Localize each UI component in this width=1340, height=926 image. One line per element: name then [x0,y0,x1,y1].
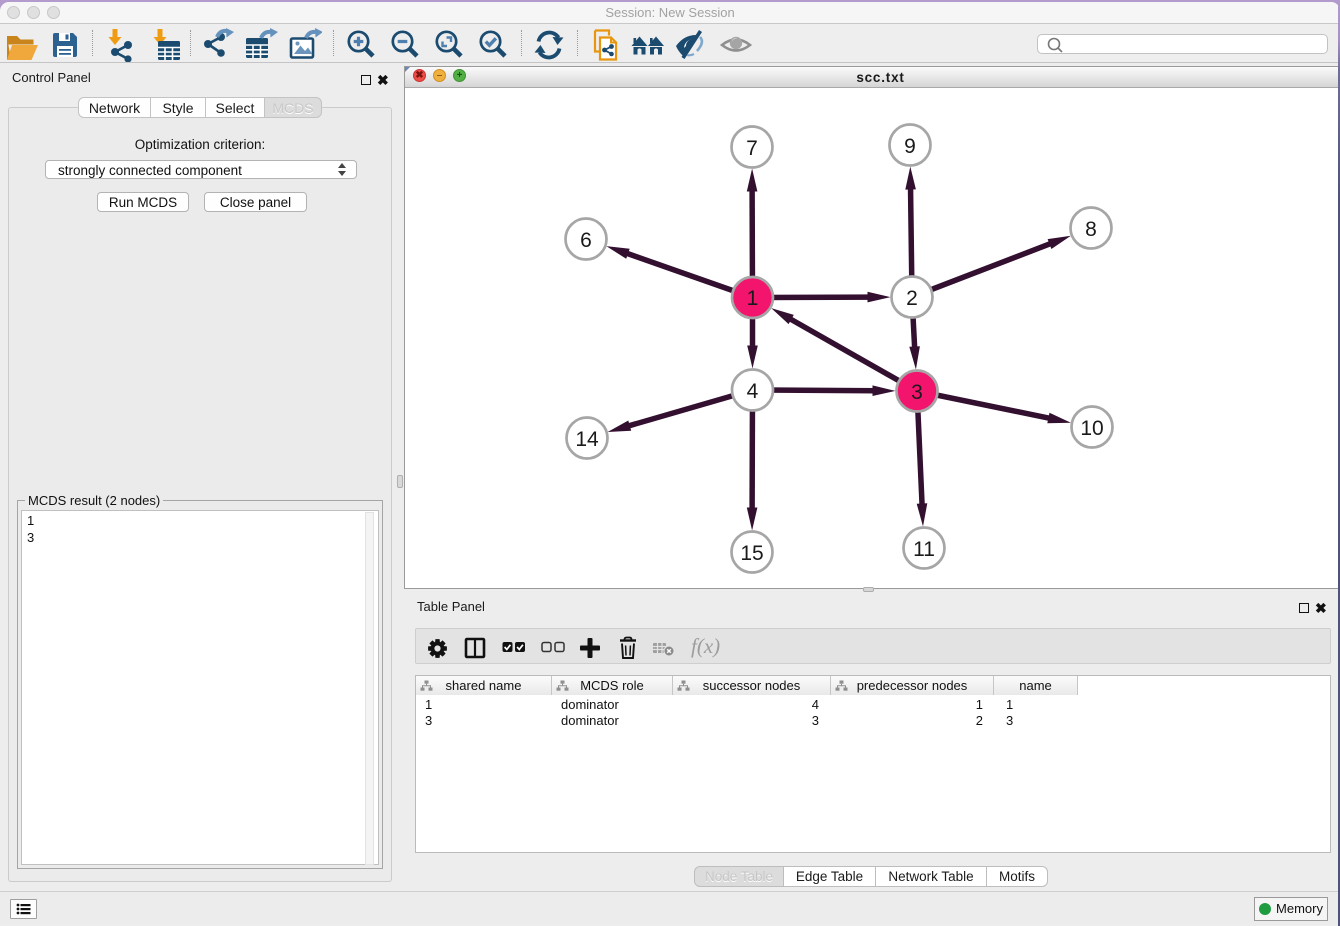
svg-text:8: 8 [1085,218,1097,241]
svg-text:6: 6 [580,229,592,252]
svg-text:3: 3 [911,381,923,404]
svg-text:9: 9 [904,135,916,158]
svg-text:1: 1 [747,287,759,310]
svg-text:15: 15 [740,542,763,565]
svg-text:7: 7 [746,137,758,160]
svg-text:2: 2 [906,287,918,310]
svg-text:11: 11 [913,538,935,561]
svg-text:10: 10 [1080,417,1103,440]
svg-text:4: 4 [747,380,759,403]
svg-text:14: 14 [575,428,599,451]
